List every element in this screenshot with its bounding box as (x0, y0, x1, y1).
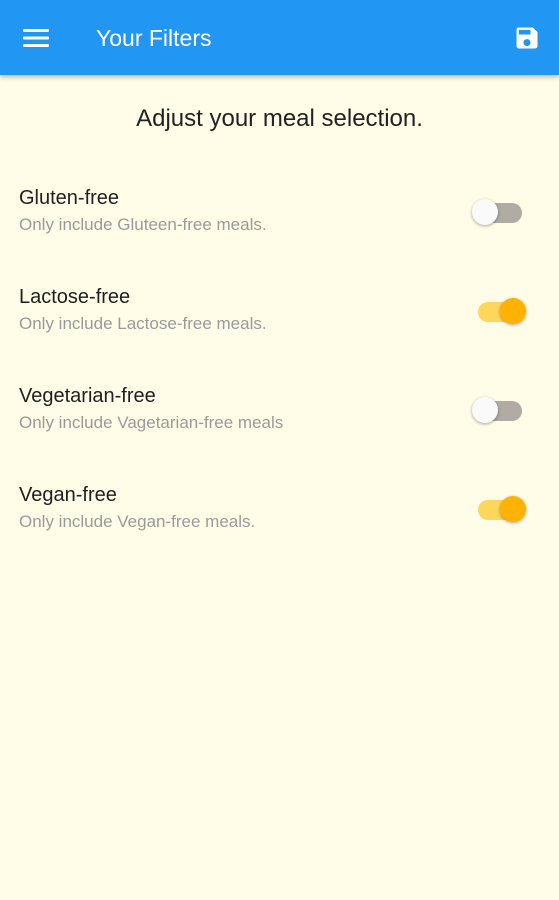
page-title: Your Filters (96, 25, 212, 51)
save-button[interactable] (505, 16, 549, 60)
filter-subtitle: Only include Vegan-free meals. (19, 512, 256, 531)
filter-vegetarian-free[interactable]: Vegetarian-free Only include Vagetarian-… (0, 375, 559, 455)
switch-thumb (500, 298, 526, 324)
filter-subtitle: Only include Gluteen-free meals. (19, 215, 267, 234)
filter-title: Gluten-free (19, 187, 120, 209)
switch-thumb (500, 496, 526, 522)
menu-button[interactable] (14, 16, 58, 60)
menu-icon (23, 29, 49, 47)
vegan-free-switch[interactable] (470, 492, 530, 526)
filter-lactose-free[interactable]: Lactose-free Only include Lactose-free m… (0, 276, 559, 356)
switch-thumb (472, 199, 498, 225)
filter-gluten-free[interactable]: Gluten-free Only include Gluteen-free me… (0, 177, 559, 257)
filter-subtitle: Only include Vagetarian-free meals (19, 413, 284, 432)
app-bar: Your Filters (0, 0, 559, 75)
filter-vegan-free[interactable]: Vegan-free Only include Vegan-free meals… (0, 474, 559, 554)
filter-title: Vegan-free (19, 484, 117, 506)
switch-thumb (472, 397, 498, 423)
lactose-free-switch[interactable] (470, 294, 530, 328)
gluten-free-switch[interactable] (470, 195, 530, 229)
filters-screen: Adjust your meal selection. Gluten-free … (0, 75, 559, 900)
filter-title: Lactose-free (19, 286, 131, 308)
vegetarian-free-switch[interactable] (470, 393, 530, 427)
screen-heading: Adjust your meal selection. (136, 105, 423, 132)
filter-title: Vegetarian-free (19, 385, 156, 407)
save-icon (516, 27, 538, 49)
filter-subtitle: Only include Lactose-free meals. (19, 314, 267, 333)
